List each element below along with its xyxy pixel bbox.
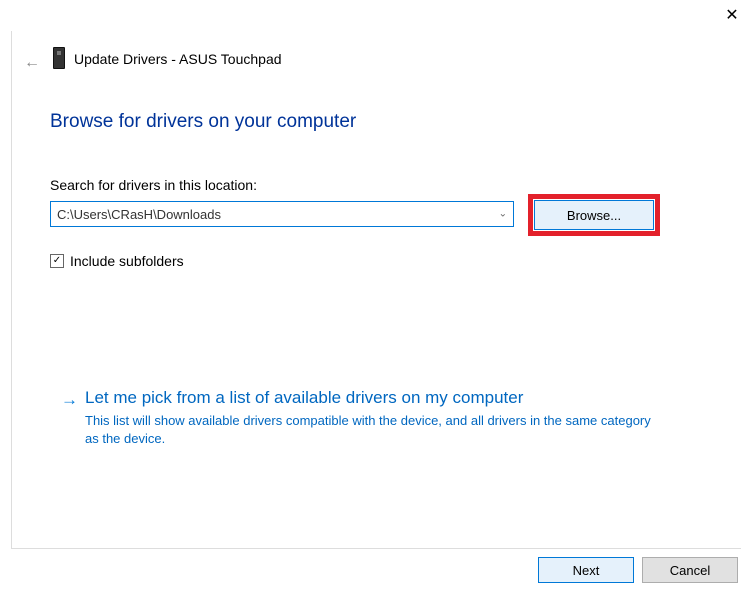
page-title: Browse for drivers on your computer <box>50 111 356 133</box>
pick-from-list-description: This list will show available drivers co… <box>85 412 655 447</box>
include-subfolders-checkbox[interactable]: ✓ <box>50 254 64 268</box>
window-title: Update Drivers - ASUS Touchpad <box>74 51 282 67</box>
back-arrow-icon[interactable]: ← <box>24 54 40 72</box>
driver-path-combobox[interactable]: C:\Users\CRasH\Downloads ⌄ <box>50 201 514 227</box>
footer-button-bar: Next Cancel <box>538 557 738 583</box>
arrow-right-icon: → <box>61 390 78 410</box>
next-button[interactable]: Next <box>538 557 634 583</box>
device-icon <box>53 47 65 69</box>
pick-from-list-title: Let me pick from a list of available dri… <box>85 388 655 408</box>
pick-from-list-option[interactable]: Let me pick from a list of available dri… <box>85 388 655 447</box>
content-frame <box>11 31 741 549</box>
include-subfolders-row: ✓ Include subfolders <box>50 253 184 269</box>
close-icon[interactable]: ✕ <box>722 6 742 26</box>
include-subfolders-label: Include subfolders <box>70 253 184 269</box>
driver-path-value: C:\Users\CRasH\Downloads <box>57 207 221 222</box>
cancel-button[interactable]: Cancel <box>642 557 738 583</box>
chevron-down-icon[interactable]: ⌄ <box>499 209 507 220</box>
browse-button[interactable]: Browse... <box>534 200 654 230</box>
search-location-label: Search for drivers in this location: <box>50 177 257 193</box>
